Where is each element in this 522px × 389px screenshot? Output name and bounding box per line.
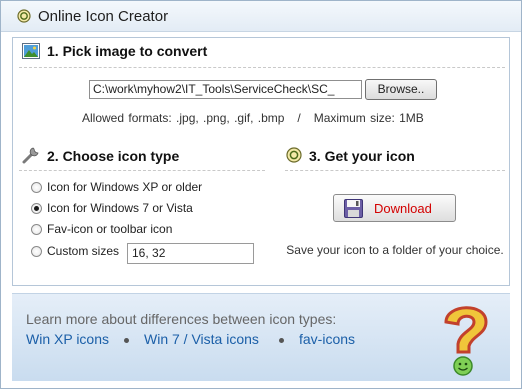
radio-disc-icon (17, 9, 31, 23)
floppy-disk-icon (344, 199, 363, 218)
separator-dot (124, 338, 129, 343)
radio-button[interactable] (31, 224, 42, 235)
link-win7-vista-icons[interactable]: Win 7 / Vista icons (144, 331, 259, 347)
step2-heading: 2. Choose icon type (47, 148, 180, 164)
download-button[interactable]: Download (333, 194, 456, 222)
window-title: Online Icon Creator (38, 8, 169, 25)
radio-button-selected[interactable] (31, 203, 42, 214)
radio-button[interactable] (31, 182, 42, 193)
step3-heading: 3. Get your icon (309, 148, 415, 164)
question-mark-icon (444, 306, 488, 376)
separator-dot (279, 338, 284, 343)
option-label: Custom sizes (47, 244, 120, 258)
divider (19, 67, 505, 68)
radio-disc-icon (286, 147, 302, 163)
option-label: Icon for Windows XP or older (47, 180, 203, 194)
allowed-formats-text: Allowed formats: .jpg, .png, .gif, .bmp … (82, 111, 424, 125)
divider (285, 170, 505, 171)
divider (19, 170, 265, 171)
link-fav-icons[interactable]: fav-icons (299, 331, 355, 347)
footer-panel: Learn more about differences between ico… (12, 293, 510, 381)
custom-sizes-input[interactable]: 16, 32 (127, 243, 254, 264)
option-label: Icon for Windows 7 or Vista (47, 201, 193, 215)
link-win-xp-icons[interactable]: Win XP icons (26, 331, 109, 347)
download-label: Download (374, 201, 432, 216)
image-icon (22, 43, 40, 59)
title-bar: Online Icon Creator (1, 1, 521, 32)
app-window: Online Icon Creator 1. Pick image to con… (0, 0, 522, 389)
radio-button[interactable] (31, 246, 42, 257)
learn-more-text: Learn more about differences between ico… (26, 311, 337, 327)
wrench-icon (22, 147, 39, 164)
save-instructions: Save your icon to a folder of your choic… (286, 243, 504, 257)
option-label: Fav-icon or toolbar icon (47, 222, 173, 236)
file-path-field[interactable]: C:\work\myhow2\IT_Tools\ServiceCheck\SC_ (89, 80, 362, 99)
step1-heading: 1. Pick image to convert (47, 43, 208, 59)
browse-button[interactable]: Browse.. (365, 79, 437, 100)
